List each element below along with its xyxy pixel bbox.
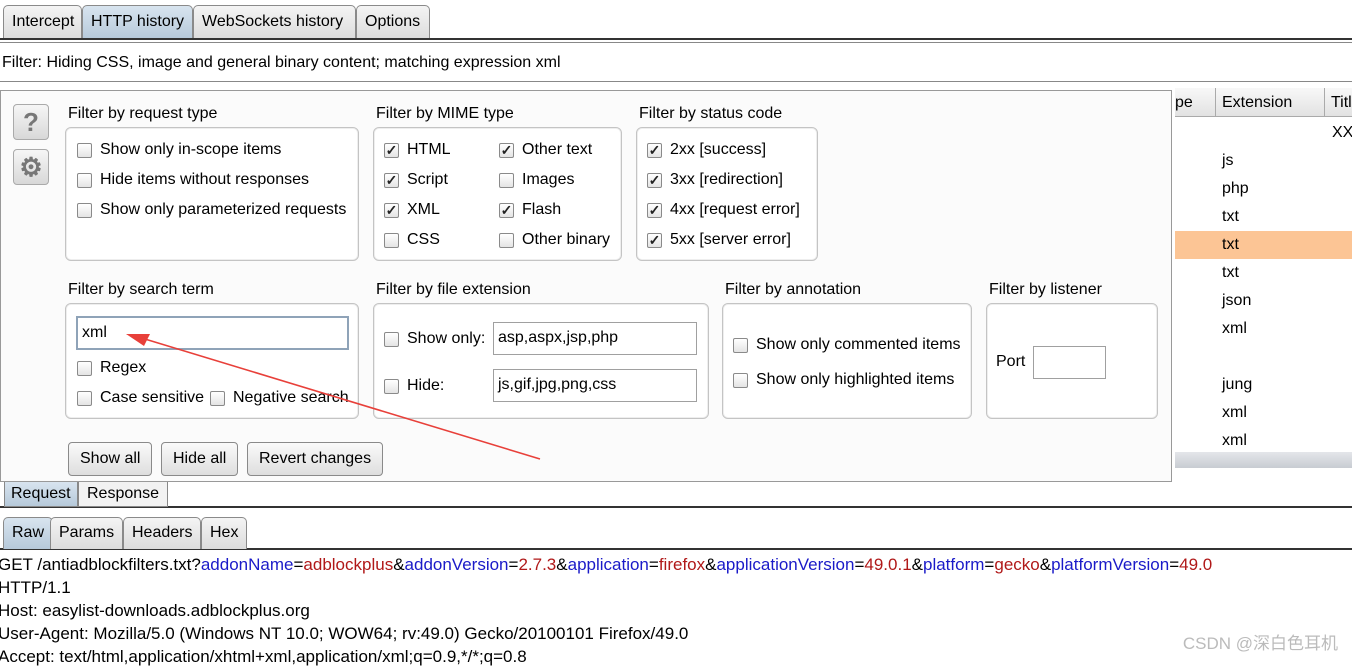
watermark: CSDN @深白色耳机 [1182,634,1338,653]
red-arrow-annotation [126,334,541,460]
